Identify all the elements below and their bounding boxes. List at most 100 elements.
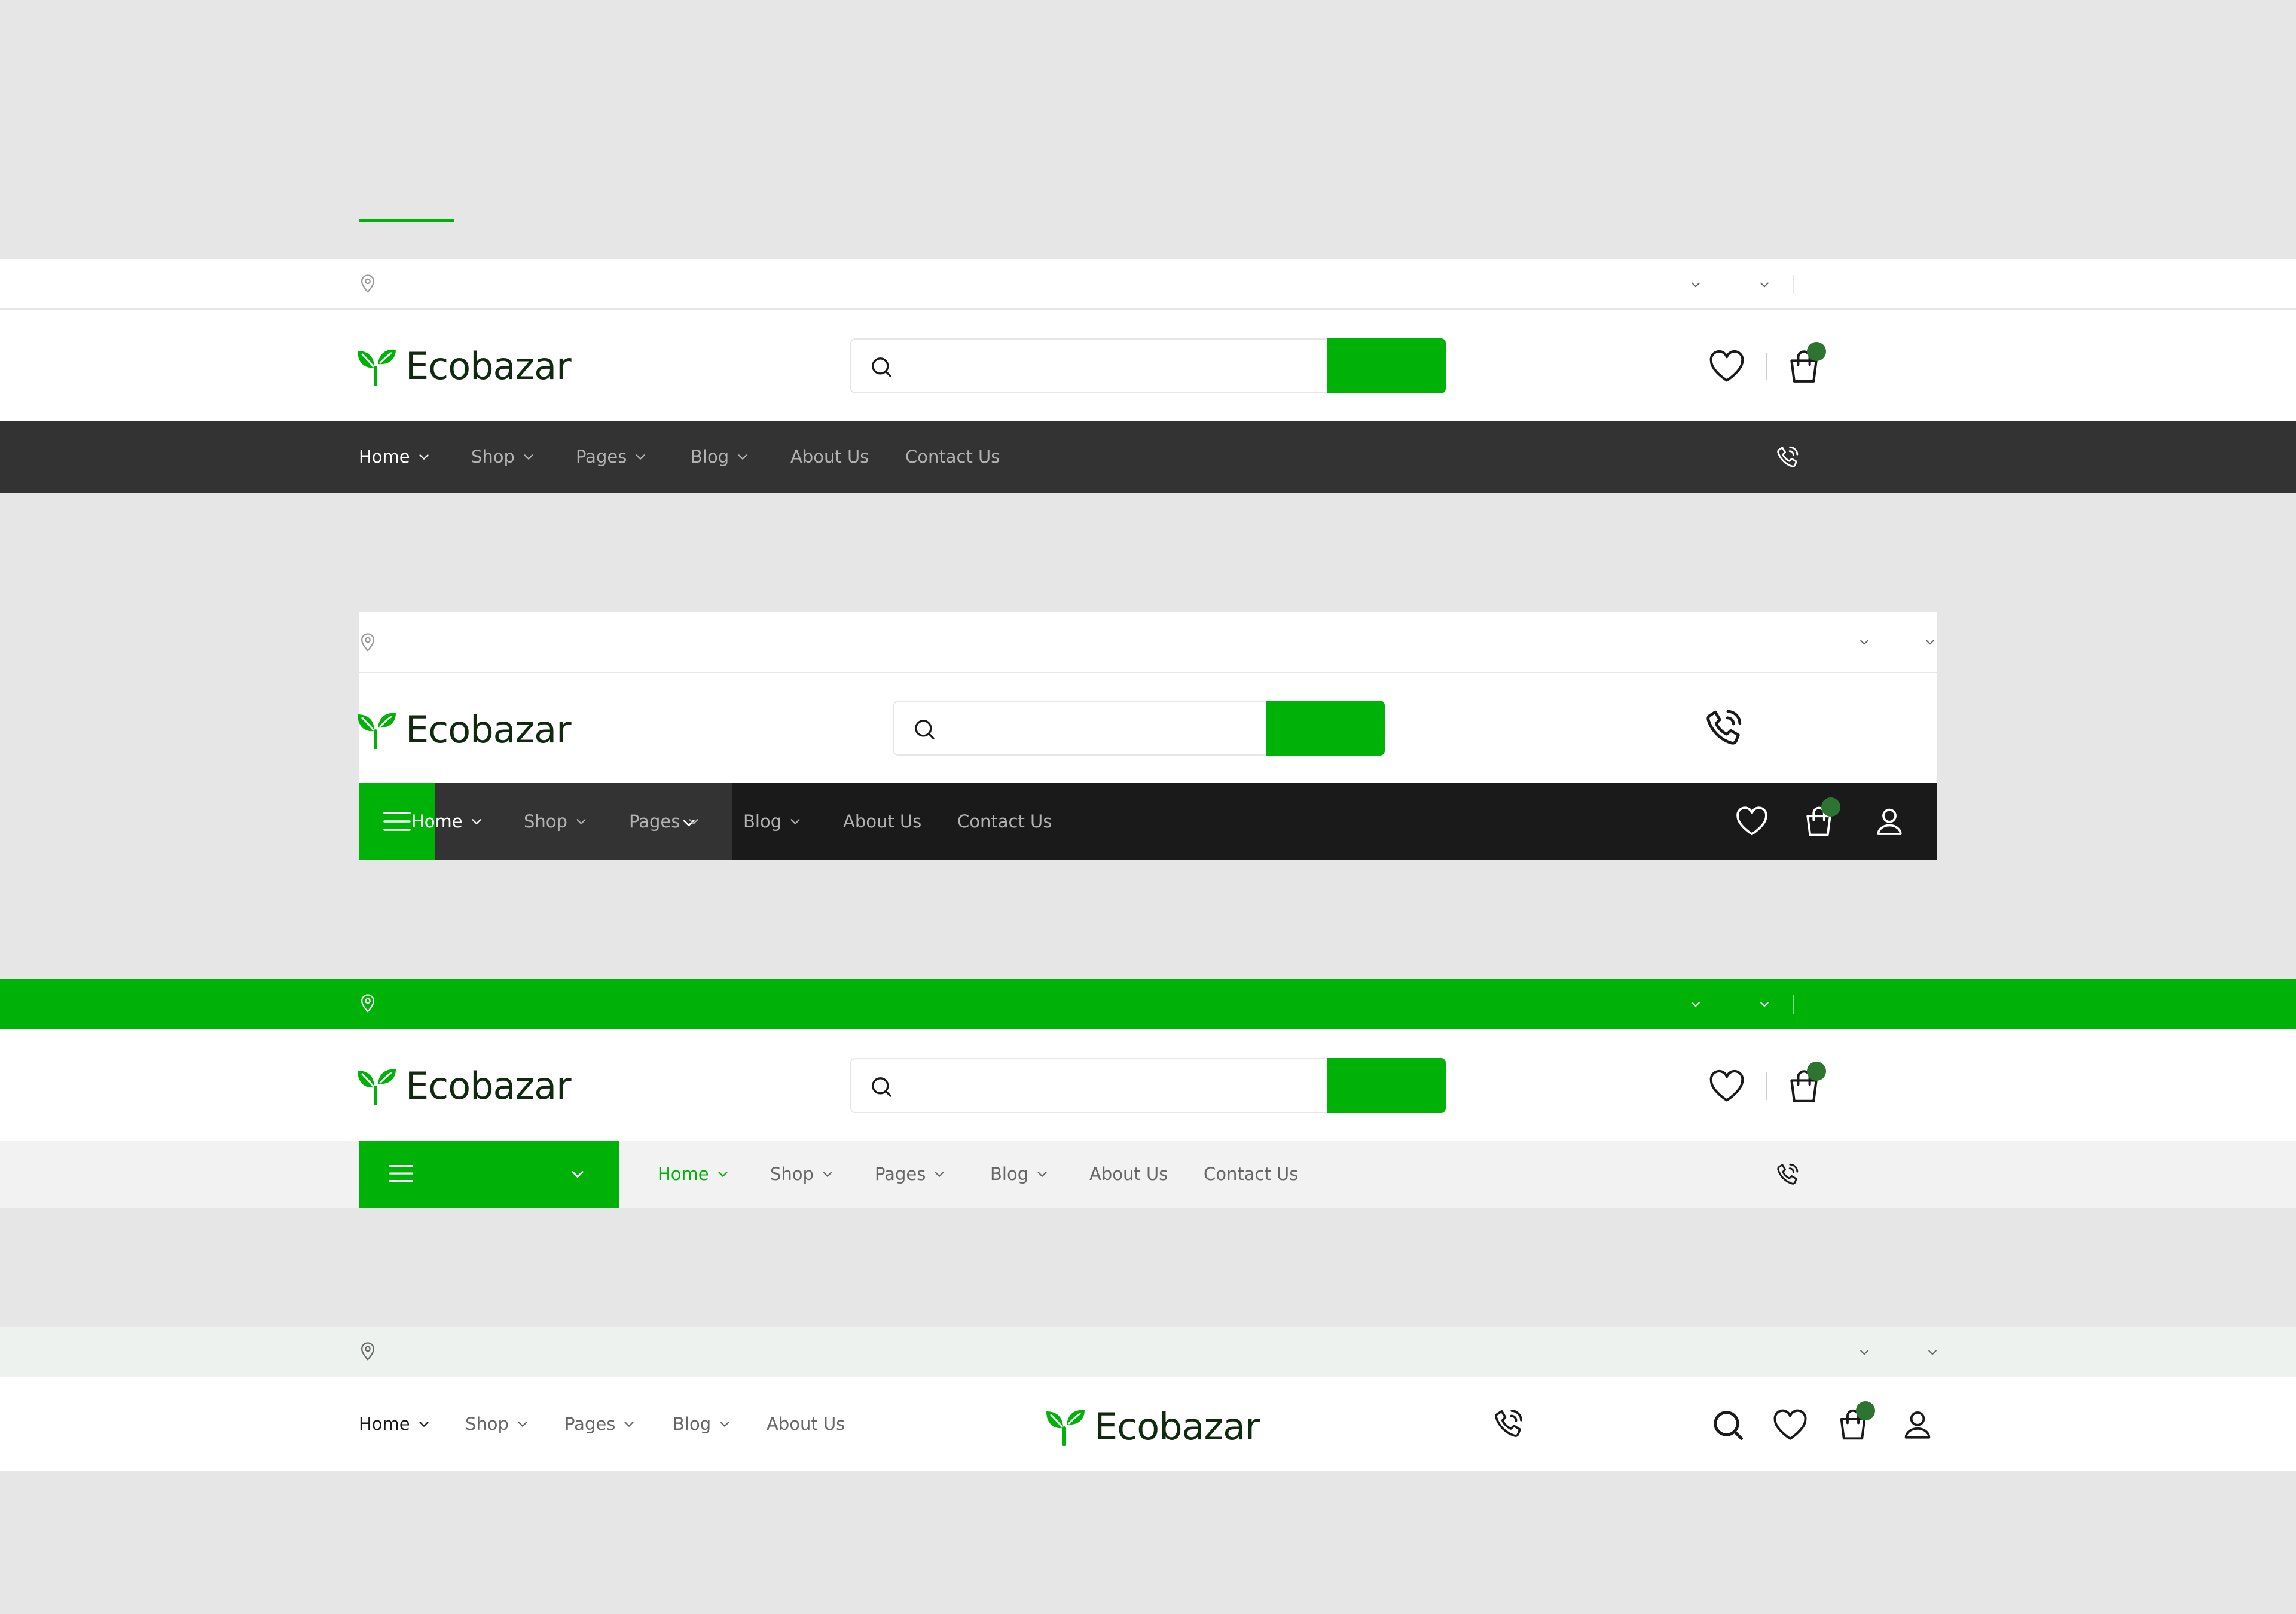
- user-icon[interactable]: [1873, 805, 1906, 838]
- nav-item-contact-us[interactable]: Contact Us: [1204, 1141, 1298, 1208]
- nav-item-label: Shop: [524, 811, 567, 832]
- search-icon[interactable]: [1710, 1407, 1746, 1443]
- location-pin-icon: [358, 1339, 378, 1363]
- nav-item-home[interactable]: Home: [658, 1141, 729, 1208]
- divider: [1793, 995, 1794, 1014]
- user-icon[interactable]: [1900, 1407, 1935, 1442]
- nav-item-pages[interactable]: Pages: [875, 1141, 946, 1208]
- heart-icon[interactable]: [1734, 803, 1770, 839]
- search-input[interactable]: [893, 701, 1268, 756]
- cart-button[interactable]: [1784, 342, 1826, 389]
- nav-item-label: Pages: [564, 1414, 616, 1434]
- brand-logo[interactable]: Ecobazar: [356, 1064, 572, 1108]
- cart-button[interactable]: [1801, 797, 1843, 845]
- nav-item-label: Blog: [990, 1164, 1029, 1184]
- main-header: Ecobazar: [0, 310, 2296, 421]
- nav-item-pages[interactable]: Pages: [629, 783, 700, 860]
- nav-item-shop[interactable]: Shop: [524, 783, 588, 860]
- phone-call-icon[interactable]: [1773, 444, 1801, 471]
- leaf-logo-icon: [356, 347, 397, 386]
- chevron-down-icon: [516, 1417, 529, 1430]
- search-icon: [869, 1075, 893, 1099]
- currency-chevron-down-icon[interactable]: [1758, 279, 1770, 291]
- nav-item-pages[interactable]: Pages: [564, 1377, 636, 1471]
- cart-button[interactable]: [1834, 1401, 1876, 1448]
- nav-item-home[interactable]: Home: [411, 783, 483, 860]
- nav-item-label: About Us: [843, 811, 922, 832]
- nav-item-label: Home: [658, 1164, 709, 1184]
- search-input[interactable]: [850, 338, 1329, 393]
- nav-item-label: Blog: [691, 447, 729, 467]
- nav-item-shop[interactable]: Shop: [471, 421, 535, 493]
- leaf-logo-icon: [1045, 1408, 1086, 1446]
- brand-logo[interactable]: Ecobazar: [1045, 1405, 1260, 1448]
- hamburger-menu-icon: [380, 805, 414, 838]
- language-chevron-down-icon[interactable]: [1858, 1346, 1870, 1358]
- phone-call-icon[interactable]: [1490, 1406, 1526, 1442]
- language-chevron-down-icon[interactable]: [1858, 636, 1870, 648]
- nav-item-label: Home: [359, 447, 410, 467]
- nav-item-label: Home: [359, 1414, 410, 1434]
- language-chevron-down-icon[interactable]: [1690, 279, 1702, 291]
- heart-icon[interactable]: [1771, 1406, 1809, 1444]
- nav-item-blog[interactable]: Blog: [743, 783, 802, 860]
- phone-call-icon[interactable]: [1700, 705, 1746, 751]
- nav-item-contact-us[interactable]: Contact Us: [905, 421, 1000, 493]
- brand-logo[interactable]: Ecobazar: [356, 708, 572, 751]
- nav-item-label: About Us: [767, 1414, 845, 1434]
- chevron-down-icon: [1036, 1167, 1049, 1181]
- chevron-down-icon: [622, 1417, 636, 1430]
- chevron-down-icon: [522, 450, 535, 463]
- nav-bar: Home Shop Pages Blog About Us Contact Us: [0, 421, 2296, 493]
- hamburger-menu-icon: [386, 1158, 416, 1188]
- leaf-logo-icon: [356, 1067, 397, 1105]
- currency-chevron-down-icon[interactable]: [1926, 1346, 1938, 1358]
- nav-item-about-us[interactable]: About Us: [790, 421, 869, 493]
- search-button[interactable]: [1327, 1058, 1446, 1113]
- search-input[interactable]: [850, 1058, 1329, 1113]
- category-menu-button[interactable]: [359, 1141, 619, 1208]
- top-bar: [0, 979, 2296, 1029]
- main-header: Home Shop Pages Blog About Us Ecobazar: [0, 1377, 2296, 1471]
- chevron-down-icon: [687, 815, 700, 828]
- chevron-down-icon: [718, 1417, 731, 1430]
- phone-call-icon[interactable]: [1773, 1161, 1801, 1188]
- nav-item-pages[interactable]: Pages: [576, 421, 647, 493]
- nav-item-blog[interactable]: Blog: [673, 1377, 731, 1471]
- heart-icon[interactable]: [1707, 347, 1747, 386]
- nav-item-shop[interactable]: Shop: [770, 1141, 834, 1208]
- currency-chevron-down-icon[interactable]: [1758, 998, 1770, 1010]
- nav-item-about-us[interactable]: About Us: [767, 1377, 845, 1471]
- divider: [1793, 275, 1794, 294]
- nav-item-label: Contact Us: [905, 447, 1000, 467]
- nav-item-label: Shop: [471, 447, 515, 467]
- nav-item-blog[interactable]: Blog: [691, 421, 749, 493]
- nav-item-blog[interactable]: Blog: [990, 1141, 1049, 1208]
- nav-item-home[interactable]: Home: [359, 421, 430, 493]
- search-button[interactable]: [1327, 338, 1446, 393]
- top-bar: [0, 1327, 2296, 1377]
- nav-item-label: Pages: [576, 447, 627, 467]
- nav-item-label: Contact Us: [957, 811, 1052, 832]
- nav-item-label: About Us: [790, 447, 869, 467]
- currency-chevron-down-icon[interactable]: [1924, 636, 1936, 648]
- divider: [1766, 1072, 1767, 1100]
- cart-button[interactable]: [1784, 1062, 1826, 1108]
- main-header: Ecobazar: [359, 673, 1937, 783]
- nav-item-about-us[interactable]: About Us: [843, 783, 921, 860]
- nav-item-contact-us[interactable]: Contact Us: [957, 783, 1052, 860]
- nav-item-label: Pages: [629, 811, 680, 832]
- nav-bar: Home Shop Pages Blog About Us Contact Us: [0, 1141, 2296, 1208]
- nav-item-about-us[interactable]: About Us: [1089, 1141, 1168, 1208]
- search-icon: [912, 717, 936, 741]
- chevron-down-icon: [470, 815, 483, 828]
- top-bar: [0, 259, 2296, 310]
- search-button[interactable]: [1266, 701, 1385, 756]
- chevron-down-icon: [736, 450, 749, 463]
- nav-item-shop[interactable]: Shop: [465, 1377, 529, 1471]
- location-pin-icon: [358, 630, 378, 654]
- heart-icon[interactable]: [1707, 1066, 1747, 1106]
- language-chevron-down-icon[interactable]: [1690, 998, 1702, 1010]
- nav-item-home[interactable]: Home: [359, 1377, 430, 1471]
- brand-logo[interactable]: Ecobazar: [356, 344, 572, 388]
